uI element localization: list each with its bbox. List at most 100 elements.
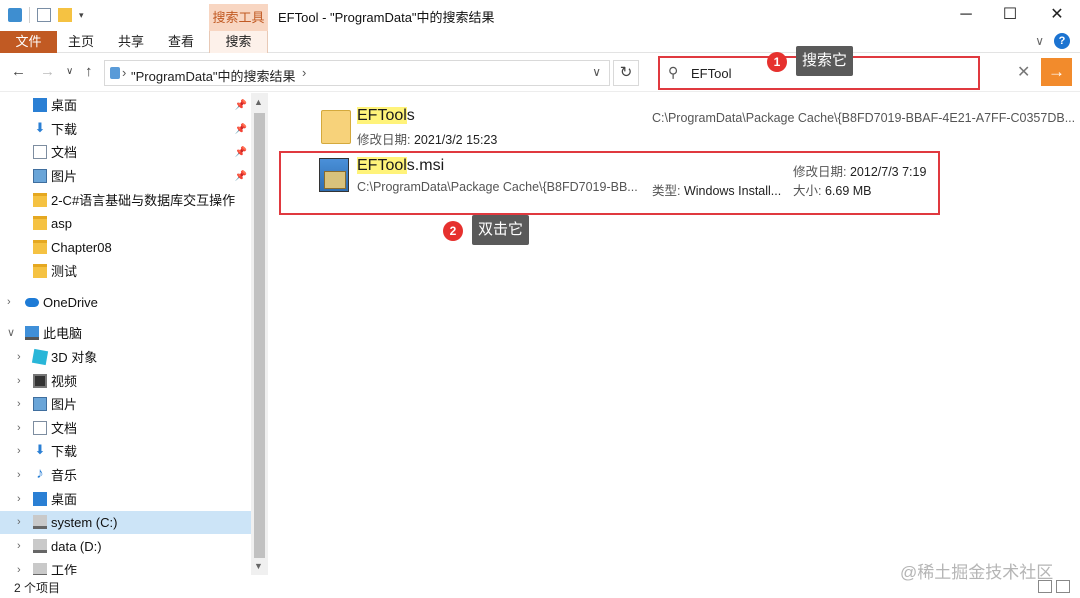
highlight-box-msi <box>279 151 940 215</box>
sidebar-item-folder-chapter08[interactable]: Chapter08 <box>0 236 251 259</box>
expand-chevron-icon[interactable]: › <box>17 464 21 487</box>
search-go-button[interactable]: → <box>1041 58 1072 86</box>
sidebar-scrollbar[interactable]: ▲ ▼ <box>251 93 268 575</box>
explorer-app-icon[interactable] <box>8 8 22 22</box>
sidebar-item-downloads-pc[interactable]: › ⬇ 下载 <box>0 440 251 463</box>
sidebar-item-label: 图片 <box>51 169 78 184</box>
pin-icon[interactable]: 📌 <box>235 165 247 188</box>
sidebar-item-label: 桌面 <box>51 98 78 113</box>
search-icon: ⚲ <box>668 64 679 80</box>
sidebar-item-3d-objects[interactable]: › 3D 对象 <box>0 346 251 369</box>
pin-icon[interactable]: 📌 <box>235 118 247 141</box>
tab-view[interactable]: 查看 <box>162 31 200 53</box>
sidebar-item-downloads[interactable]: ⬇ 下载 📌 <box>0 118 251 141</box>
close-button[interactable]: ✕ <box>1046 5 1068 25</box>
sidebar-item-documents-pc[interactable]: › 文档 <box>0 417 251 440</box>
sidebar-item-label: 桌面 <box>51 492 78 507</box>
collapse-chevron-icon[interactable]: ∨ <box>7 322 15 345</box>
onedrive-cloud-icon <box>25 298 39 307</box>
name-rest: s <box>406 107 415 124</box>
sidebar-item-label: 工作 <box>51 563 78 575</box>
back-arrow-icon[interactable]: ← <box>11 63 26 80</box>
new-folder-icon[interactable] <box>58 8 72 22</box>
window-title: EFTool - "ProgramData"中的搜索结果 <box>278 10 495 25</box>
title-bar: ▾ 搜索工具 EFTool - "ProgramData"中的搜索结果 ─ ☐ … <box>0 0 1080 31</box>
help-icon[interactable]: ? <box>1054 33 1070 49</box>
result-name[interactable]: EFTools <box>357 107 415 125</box>
sidebar-item-label: 音乐 <box>51 468 78 483</box>
sidebar-item-folder-asp[interactable]: asp <box>0 212 251 235</box>
expand-chevron-icon[interactable]: › <box>17 440 21 463</box>
customize-toolbar-icon[interactable]: ▾ <box>79 10 84 21</box>
properties-icon[interactable] <box>37 8 51 22</box>
search-results-location-icon <box>110 67 120 79</box>
clear-search-icon[interactable]: ✕ <box>1017 62 1030 82</box>
toolbar-divider <box>29 7 30 23</box>
recent-locations-icon[interactable]: ∨ <box>66 66 73 77</box>
sidebar-item-drive-d[interactable]: › data (D:) <box>0 535 251 558</box>
expand-chevron-icon[interactable]: › <box>17 393 21 416</box>
music-icon: ♪ <box>36 465 44 482</box>
forward-arrow-icon[interactable]: → <box>40 63 55 80</box>
up-arrow-icon[interactable]: ↑ <box>85 63 93 80</box>
sidebar-item-label: 3D 对象 <box>51 350 98 365</box>
sidebar-item-documents[interactable]: 文档 📌 <box>0 141 251 164</box>
breadcrumb-separator-end[interactable]: › <box>302 65 306 80</box>
sidebar-item-folder-test[interactable]: 测试 <box>0 260 251 283</box>
maximize-button[interactable]: ☐ <box>999 5 1021 25</box>
expand-chevron-icon[interactable]: › <box>17 559 21 575</box>
large-icons-view-icon[interactable] <box>1056 580 1070 593</box>
tab-share[interactable]: 共享 <box>112 31 150 53</box>
sidebar-item-pictures[interactable]: 图片 📌 <box>0 165 251 188</box>
minimize-button[interactable]: ─ <box>955 5 977 25</box>
sidebar-item-label: OneDrive <box>43 295 98 310</box>
callout-badge-1: 1 <box>767 52 787 72</box>
breadcrumb-current[interactable]: "ProgramData"中的搜索结果 <box>131 66 296 85</box>
sidebar-item-music[interactable]: › ♪ 音乐 <box>0 464 251 487</box>
result-item-folder[interactable]: EFTools 修改日期: 2021/3/2 15:23 C:\ProgramD… <box>279 105 1075 147</box>
callout-double-click-it: 双击它 <box>472 215 530 245</box>
breadcrumb-separator[interactable]: › <box>122 65 126 80</box>
folder-icon <box>33 216 47 230</box>
scrollbar-thumb[interactable] <box>254 113 265 558</box>
address-bar[interactable]: › "ProgramData"中的搜索结果 › ∨ <box>104 60 610 86</box>
pin-icon[interactable]: 📌 <box>235 141 247 164</box>
scroll-down-icon[interactable]: ▼ <box>254 561 263 571</box>
sidebar-item-partial[interactable]: › 工作 <box>0 559 251 575</box>
expand-chevron-icon[interactable]: › <box>17 346 21 369</box>
callout-search-it: 搜索它 <box>796 46 854 76</box>
sidebar-item-videos[interactable]: › 视频 <box>0 370 251 393</box>
tab-home[interactable]: 主页 <box>62 31 100 53</box>
sidebar-item-this-pc[interactable]: ∨ 此电脑 <box>0 322 251 345</box>
tab-search[interactable]: 搜索 <box>209 31 268 53</box>
refresh-button[interactable]: ↻ <box>613 60 639 86</box>
sidebar-item-desktop-pc[interactable]: › 桌面 <box>0 488 251 511</box>
sidebar-item-drive-c[interactable]: › system (C:) <box>0 511 251 534</box>
expand-chevron-icon[interactable]: › <box>7 291 11 314</box>
ribbon-collapse-icon[interactable]: ∨ <box>1035 34 1044 48</box>
address-dropdown-icon[interactable]: ∨ <box>592 65 601 79</box>
expand-chevron-icon[interactable]: › <box>17 488 21 511</box>
sidebar-item-onedrive[interactable]: › OneDrive <box>0 291 251 314</box>
tab-file[interactable]: 文件 <box>0 31 57 53</box>
pin-icon[interactable]: 📌 <box>235 94 247 117</box>
expand-chevron-icon[interactable]: › <box>17 511 21 534</box>
ribbon-tab-bar: 文件 主页 共享 查看 搜索 ∨ ? <box>0 31 1080 53</box>
search-query[interactable]: EFTool <box>691 66 731 81</box>
sidebar-item-label: 此电脑 <box>43 326 83 341</box>
modified-value: 2021/3/2 15:23 <box>413 133 498 147</box>
picture-icon <box>33 397 47 411</box>
sidebar-item-pictures-pc[interactable]: › 图片 <box>0 393 251 416</box>
video-icon <box>33 374 47 388</box>
scroll-up-icon[interactable]: ▲ <box>254 97 263 107</box>
expand-chevron-icon[interactable]: › <box>17 535 21 558</box>
sidebar-item-label: 文档 <box>51 421 78 436</box>
expand-chevron-icon[interactable]: › <box>17 370 21 393</box>
sidebar-item-desktop[interactable]: 桌面 📌 <box>0 94 251 117</box>
sidebar-item-folder-csharp[interactable]: 2-C#语言基础与数据库交互操作 <box>0 189 251 212</box>
folder-icon <box>33 264 47 278</box>
download-icon: ⬇ <box>34 442 46 457</box>
picture-icon <box>33 169 47 183</box>
expand-chevron-icon[interactable]: › <box>17 417 21 440</box>
folder-icon <box>33 193 47 207</box>
